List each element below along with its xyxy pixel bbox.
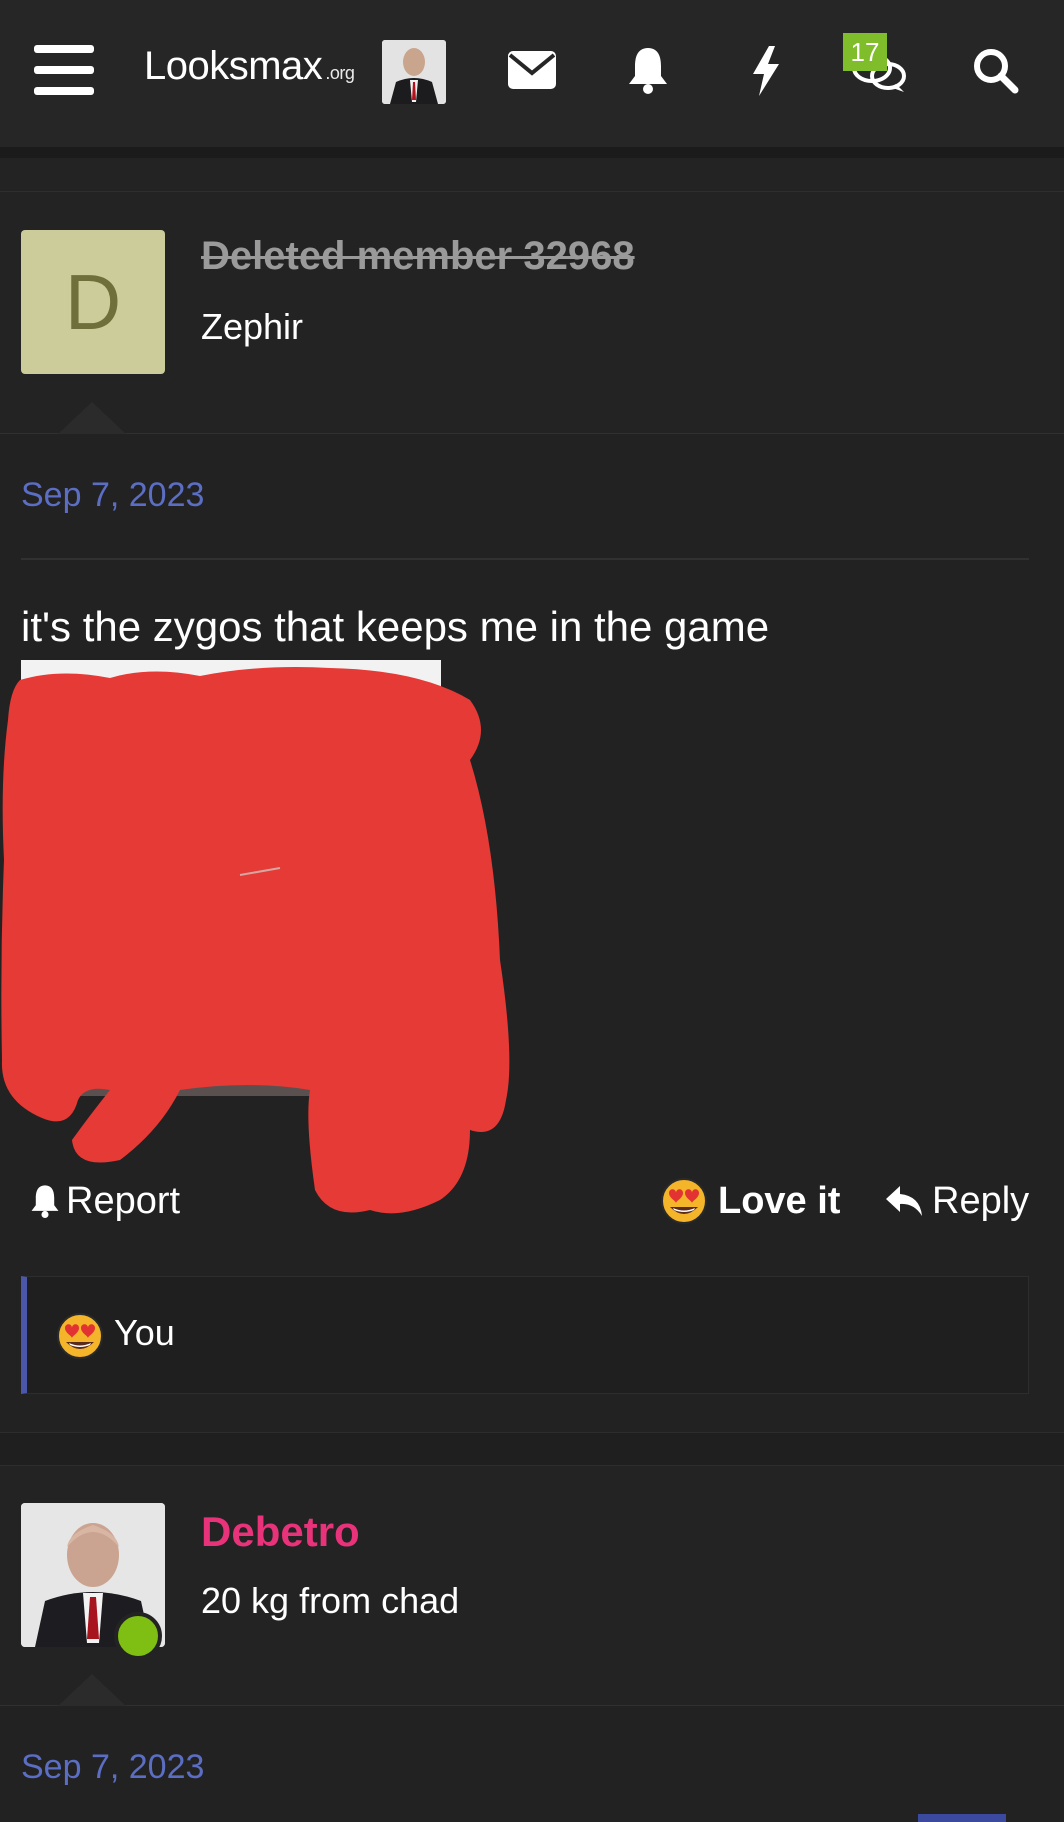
account-avatar[interactable]: [382, 40, 446, 104]
love-it-label: Love it: [718, 1179, 841, 1222]
logo-text: Looksmax: [144, 44, 323, 88]
reply-label: Reply: [932, 1179, 1030, 1222]
envelope-icon[interactable]: [508, 48, 556, 92]
nav-substrip: [0, 158, 1064, 192]
love-it-reaction-button[interactable]: Love it: [660, 1178, 840, 1224]
report-button[interactable]: Report: [30, 1178, 180, 1224]
logo-tld: .org: [325, 63, 355, 83]
menu-icon[interactable]: [34, 42, 94, 98]
bolt-icon[interactable]: [748, 44, 784, 98]
avatar[interactable]: D: [21, 230, 165, 374]
heart-eyes-emoji-icon: [57, 1313, 103, 1359]
post-date-link[interactable]: Sep 7, 2023: [21, 476, 204, 515]
post-body-text: it's the zygos that keeps me in the game: [21, 603, 770, 650]
bell-icon: [31, 1185, 59, 1218]
nav-shadow: [0, 148, 1064, 158]
post-username: Deleted member 32968: [201, 234, 635, 278]
report-label: Report: [66, 1179, 181, 1222]
post-attachment-image[interactable]: [0, 660, 520, 1230]
heart-eyes-emoji-icon: [661, 1178, 707, 1224]
post-username[interactable]: Debetro: [201, 1508, 360, 1556]
online-status-indicator: [114, 1612, 162, 1660]
conversations-badge: 17: [843, 33, 887, 71]
reply-arrow-icon: [886, 1186, 922, 1216]
header-pointer: [58, 402, 126, 434]
header-pointer: [58, 1674, 126, 1706]
post-separator: [0, 1432, 1064, 1466]
bottom-indicator: [918, 1814, 1006, 1822]
bell-icon[interactable]: [624, 44, 672, 96]
avatar-letter: D: [64, 257, 122, 346]
site-logo[interactable]: Looksmax .org: [144, 44, 355, 100]
reactions-list-text[interactable]: You: [114, 1312, 175, 1354]
divider: [21, 558, 1029, 560]
user-title: Zephir: [201, 306, 304, 347]
top-navbar: Looksmax .org 17: [0, 0, 1064, 148]
post-date-link[interactable]: Sep 7, 2023: [21, 1748, 204, 1787]
reply-button[interactable]: Reply: [884, 1178, 1029, 1224]
user-title: 20 kg from chad: [201, 1580, 460, 1621]
search-icon[interactable]: [970, 44, 1020, 96]
